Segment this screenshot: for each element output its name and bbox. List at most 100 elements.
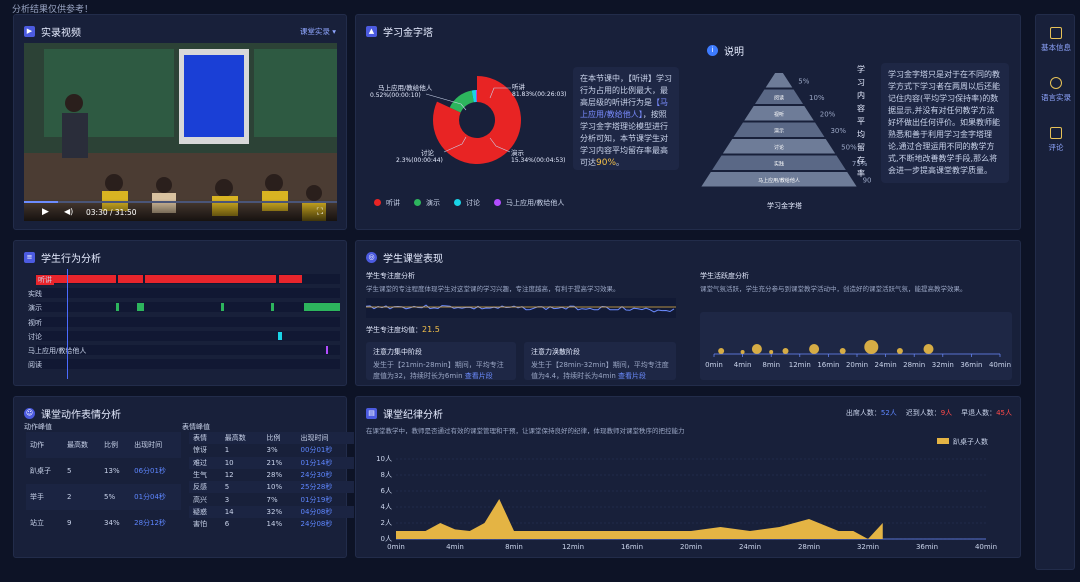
time-link[interactable]: 24分08秒 xyxy=(297,518,354,530)
time-link[interactable]: 04分08秒 xyxy=(297,506,354,518)
x-axis-tick: 12min xyxy=(562,543,584,551)
pyramid-pct: 20% xyxy=(820,110,836,118)
performance-card: ◎ 学生课堂表现 学生专注度分析 学生课堂的专注程度体现学生对这堂课的学习兴趣，专… xyxy=(355,240,1021,386)
behavior-card: ≡ 学生行为分析 听讲 实践 演示 视听 讨论 马上应用/教给他人 阅读 xyxy=(13,240,347,386)
time-link[interactable]: 01分14秒 xyxy=(297,457,354,469)
play-icon[interactable]: ▶ xyxy=(42,207,49,217)
behavior-segment[interactable] xyxy=(304,303,340,312)
behavior-row xyxy=(36,288,340,299)
time-link[interactable]: 24分30秒 xyxy=(297,469,354,481)
table-header: 比例 xyxy=(266,434,281,443)
activity-desc: 课堂气氛活跃，学生充分参与到课堂教学活动中，创造好的课堂活跃气氛，能提高教学效果… xyxy=(700,285,967,293)
behavior-segment[interactable] xyxy=(326,346,328,354)
table-row: 害怕 6 14% 24分08秒 xyxy=(189,518,354,530)
activity-axis-tick: 32min xyxy=(932,361,954,369)
y-axis-tick: 2人 xyxy=(381,519,392,527)
pyramid-level-label: 马上应用/教给他人 xyxy=(758,177,800,184)
pyramid-level-label: 实践 xyxy=(774,160,784,167)
activity-bubble[interactable] xyxy=(839,348,846,354)
video-title: ▶ 实录视频 xyxy=(24,24,81,39)
nav-basic-info[interactable]: 基本信息 xyxy=(1036,27,1076,53)
table-cell: 趴桌子 xyxy=(30,467,51,475)
table-cell: 6 xyxy=(224,520,230,529)
donut-label-apply: 马上应用/教给他人 xyxy=(378,83,433,92)
legend-discuss[interactable]: 讨论 xyxy=(454,198,480,208)
volume-icon[interactable]: ◀) xyxy=(64,207,73,216)
time-link[interactable]: 06分01秒 xyxy=(130,458,181,484)
table-cell: 14% xyxy=(266,520,283,529)
focus-line-chart xyxy=(366,298,676,318)
behavior-segment[interactable] xyxy=(118,275,143,283)
table-cell: 12 xyxy=(224,471,234,480)
time-link[interactable]: 01分04秒 xyxy=(130,484,181,510)
activity-bubble[interactable] xyxy=(782,348,789,354)
behavior-row-label: 讨论 xyxy=(28,332,42,341)
legend-listen[interactable]: 听讲 xyxy=(374,198,400,208)
activity-bubble[interactable] xyxy=(923,344,934,354)
nav-speech-record[interactable]: 语言实录 xyxy=(1036,77,1076,103)
x-axis-tick: 4min xyxy=(446,543,464,551)
activity-bubble[interactable] xyxy=(864,340,879,354)
nav-comments[interactable]: 评论 xyxy=(1036,127,1076,153)
behavior-segment[interactable] xyxy=(278,331,282,340)
behavior-segment[interactable] xyxy=(279,275,302,283)
performance-title: ◎ 学生课堂表现 xyxy=(366,250,443,265)
time-cursor[interactable] xyxy=(67,269,68,379)
table-cell: 5 xyxy=(224,483,230,492)
video-controls: ▶ ◀) 03:30 / 31:50 ⛶ xyxy=(24,199,337,221)
behavior-segment[interactable] xyxy=(137,303,144,312)
table-cell: 生气 xyxy=(193,471,207,480)
behavior-segment[interactable] xyxy=(46,275,116,283)
video-icon: ▶ xyxy=(24,26,35,37)
table-cell: 反感 xyxy=(193,483,207,492)
donut-label-listen: 听讲 xyxy=(512,82,526,91)
activity-bubble[interactable] xyxy=(809,344,820,354)
view-clip-link[interactable]: 查看片段 xyxy=(618,372,646,380)
behavior-row-label: 阅读 xyxy=(28,361,42,370)
behavior-segment[interactable] xyxy=(116,303,119,312)
time-link[interactable]: 25分28秒 xyxy=(297,481,354,493)
behavior-row-label: 听讲 xyxy=(36,275,54,285)
behavior-row-label: 实践 xyxy=(28,290,42,299)
table-header: 最高数 xyxy=(224,434,246,443)
activity-axis-tick: 24min xyxy=(875,361,897,369)
behavior-segment[interactable] xyxy=(145,275,276,283)
table-cell: 5% xyxy=(104,493,116,501)
video-player[interactable]: ▶ ◀) 03:30 / 31:50 ⛶ xyxy=(24,43,337,221)
table-row: 举手 2 5% 01分04秒 xyxy=(26,484,181,510)
activity-axis-tick: 4min xyxy=(734,361,752,369)
translate-icon xyxy=(1050,77,1062,89)
fullscreen-icon[interactable]: ⛶ xyxy=(317,207,323,217)
distract-stage-card: 注意力涣散阶段 发生于【28min-32min】期间，平均专注度值为4.4，持续时… xyxy=(524,342,676,380)
activity-bubble[interactable] xyxy=(896,348,903,354)
activity-bubble[interactable] xyxy=(740,350,745,354)
classroom-frame xyxy=(24,43,337,221)
focus-desc: 学生课堂的专注程度体现学生对这堂课的学习兴趣，专注度越高，有利于提高学习效果。 xyxy=(366,285,620,293)
time-link[interactable]: 28分12秒 xyxy=(130,510,181,536)
x-axis-tick: 20min xyxy=(680,543,702,551)
activity-bubble[interactable] xyxy=(751,344,762,354)
table-header: 最高数 xyxy=(67,441,89,449)
behavior-row-label: 演示 xyxy=(28,304,42,313)
view-clip-link[interactable]: 查看片段 xyxy=(465,372,493,380)
behavior-segment[interactable] xyxy=(221,303,224,312)
behavior-segment[interactable] xyxy=(271,303,274,312)
video-source-dropdown[interactable]: 课堂实录 ▾ xyxy=(300,26,336,37)
document-icon xyxy=(1050,27,1062,39)
time-link[interactable]: 00分01秒 xyxy=(297,444,354,456)
activity-bubble[interactable] xyxy=(769,350,774,354)
explain-text: 学习金字塔只是对于在不同的教学方式下学习者在两周以后还能记住内容(平均学习保持率… xyxy=(881,63,1009,183)
behavior-row xyxy=(36,302,340,313)
table-cell: 28% xyxy=(266,471,283,480)
time-link[interactable]: 01分19秒 xyxy=(297,493,354,505)
legend-demo[interactable]: 演示 xyxy=(414,198,440,208)
table-cell: 3 xyxy=(224,495,230,504)
legend-apply[interactable]: 马上应用/教给他人 xyxy=(494,198,564,208)
action-table: 动作 最高数 比例 出现时间 趴桌子 5 13% 06分01秒 举手 2 5% 01分04秒 站立 9 34… xyxy=(26,432,181,536)
table-row: 疑惑 14 32% 04分08秒 xyxy=(189,505,354,519)
donut-pct-demo: 15.34%(00:04:53) xyxy=(511,157,566,164)
focus-title: 学生专注度分析 xyxy=(366,272,415,280)
discipline-legend[interactable]: 趴桌子人数 xyxy=(937,437,988,447)
donut-legend: 听讲 演示 讨论 马上应用/教给他人 xyxy=(374,198,564,208)
activity-bubble[interactable] xyxy=(718,348,725,354)
